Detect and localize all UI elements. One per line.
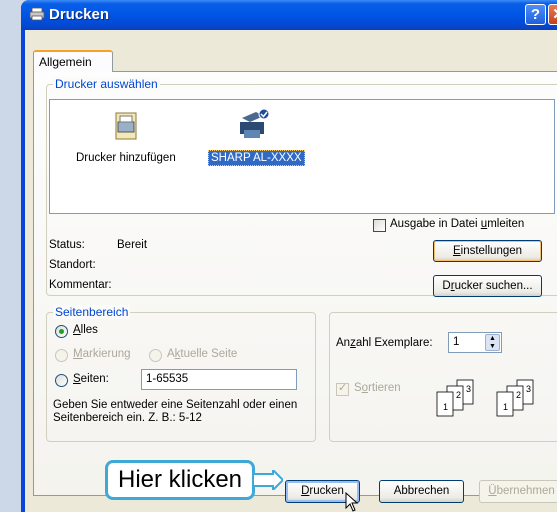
callout-arrow — [253, 470, 283, 490]
spin-up-icon[interactable]: ▲ — [489, 335, 496, 342]
svg-text:3: 3 — [466, 384, 471, 394]
click-here-callout: Hier klicken — [105, 460, 255, 500]
title-bar[interactable]: Drucken ? ✕ — [21, 0, 557, 30]
status-label: Status: — [49, 239, 85, 251]
printer-list[interactable]: Drucker hinzufügen SHARP AL-XXXX — [49, 99, 555, 214]
window-title: Drucken — [49, 6, 110, 23]
print-to-file-checkbox[interactable] — [373, 219, 386, 232]
svg-text:1: 1 — [503, 402, 508, 412]
copies-group: Anzahl Exemplare: 1 ▲ ▼ ✓ Sortieren 3 2 … — [329, 312, 557, 442]
printer-item-add-label: Drucker hinzufügen — [76, 152, 176, 164]
pages-radio[interactable] — [55, 374, 68, 387]
add-printer-icon — [115, 112, 137, 140]
printer-select-legend: Drucker auswählen — [53, 77, 160, 91]
svg-text:2: 2 — [516, 390, 521, 400]
svg-text:3: 3 — [526, 384, 531, 394]
settings-button[interactable]: Einstellungen — [433, 240, 542, 262]
cancel-button[interactable]: Abbrechen — [379, 480, 464, 503]
location-label: Standort: — [49, 259, 96, 271]
collate-checkbox[interactable]: ✓ — [336, 382, 349, 396]
pages-input[interactable]: 1-65535 — [141, 369, 297, 390]
copies-spinner[interactable]: ▲ ▼ — [485, 334, 500, 351]
collate-label: Sortieren — [354, 382, 401, 394]
printer-icon — [240, 108, 270, 138]
print-dialog: Drucken ? ✕ Allgemein Drucker auswählen … — [21, 0, 557, 512]
svg-text:2: 2 — [456, 390, 461, 400]
page-range-legend: Seitenbereich — [53, 305, 131, 319]
page-range-group: Seitenbereich Alles Markierung Aktuelle … — [46, 305, 316, 442]
selection-radio[interactable] — [55, 349, 68, 362]
mouse-cursor-icon — [345, 492, 359, 512]
comment-label: Kommentar: — [49, 279, 112, 291]
dialog-client: Allgemein Drucker auswählen Drucker hinz… — [25, 30, 557, 512]
tab-panel-general: Drucker auswählen Drucker hinzufügen SHA… — [33, 71, 557, 496]
printer-item-add[interactable]: Drucker hinzufügen — [60, 110, 200, 172]
selection-label: Markierung — [73, 348, 131, 360]
current-page-label: Aktuelle Seite — [167, 348, 238, 360]
spin-down-icon[interactable]: ▼ — [489, 343, 496, 350]
printer-item-sharp-label: SHARP AL-XXXX — [208, 150, 305, 166]
all-radio[interactable] — [55, 325, 68, 338]
apply-button[interactable]: Übernehmen — [479, 480, 557, 503]
pages-label: Seiten: — [73, 373, 109, 385]
status-value: Bereit — [117, 239, 148, 251]
copies-label: Anzahl Exemplare: — [336, 337, 433, 349]
all-label: Alles — [73, 324, 98, 336]
printer-item-sharp[interactable]: SHARP AL-XXXX — [208, 108, 318, 170]
close-button[interactable]: ✕ — [548, 4, 557, 25]
help-button[interactable]: ? — [525, 4, 546, 25]
printer-icon — [29, 7, 45, 21]
print-to-file-label: Ausgabe in Datei umleiten — [390, 218, 525, 230]
collate-pages-icon: 3 2 1 3 2 1 — [436, 379, 534, 417]
tab-allgemein[interactable]: Allgemein — [33, 50, 113, 72]
printer-select-group: Drucker auswählen Drucker hinzufügen SHA… — [46, 77, 557, 297]
page-range-hint: Geben Sie entweder eine Seitenzahl oder … — [53, 399, 298, 424]
current-page-radio[interactable] — [149, 349, 162, 362]
svg-text:1: 1 — [443, 402, 448, 412]
find-printer-button[interactable]: Drucker suchen... — [433, 275, 542, 297]
